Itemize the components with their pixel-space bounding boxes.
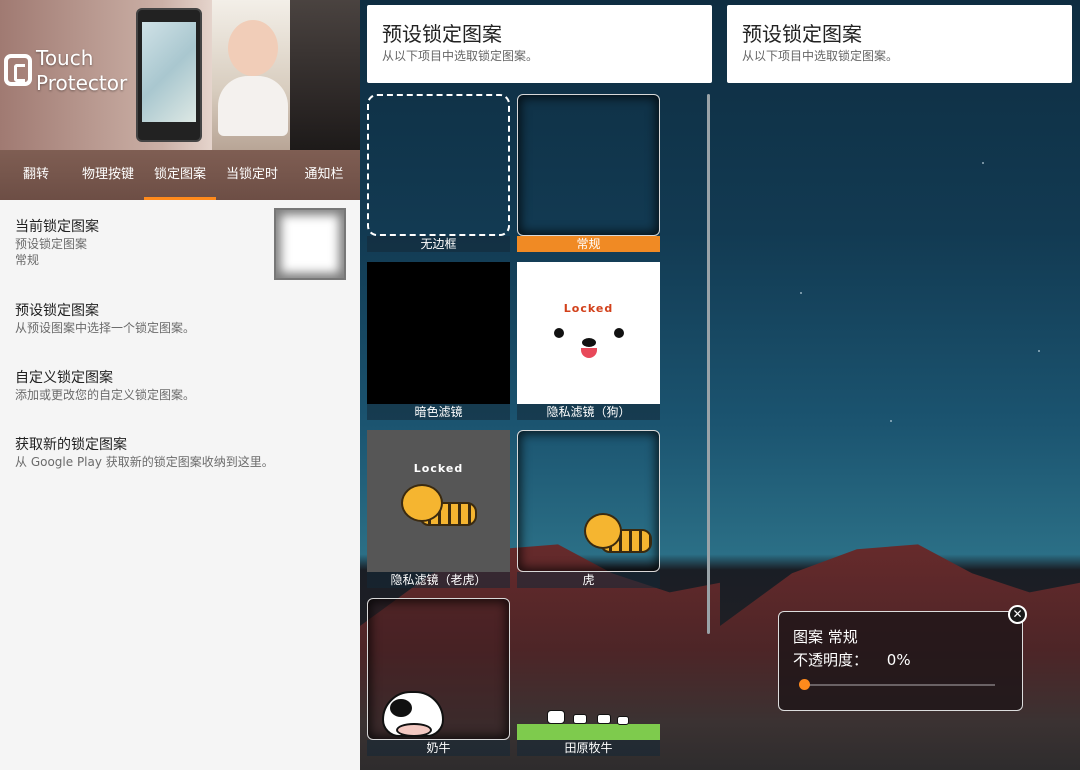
hero-banner: Touch Protector bbox=[0, 0, 360, 150]
tile-list-scrollbar[interactable] bbox=[707, 94, 710, 634]
tile-dark-filter[interactable]: 暗色滤镜 bbox=[367, 262, 510, 420]
tab-when-locked[interactable]: 当锁定时 bbox=[216, 150, 288, 200]
tile-tiger[interactable]: 虎 bbox=[517, 430, 660, 588]
pref-get-new-pattern[interactable]: 获取新的锁定图案 从 Google Play 获取新的锁定图案收纳到这里。 bbox=[15, 436, 345, 470]
tile-pasture-cows[interactable]: 田原牧牛 bbox=[517, 598, 660, 756]
dog-eye-left bbox=[554, 328, 564, 338]
tile-label: 暗色滤镜 bbox=[367, 404, 510, 420]
dog-nose bbox=[582, 338, 596, 347]
pref-custom-pattern[interactable]: 自定义锁定图案 添加或更改您的自定义锁定图案。 bbox=[15, 369, 345, 403]
header-subtitle: 从以下项目中选取锁定图案。 bbox=[382, 49, 539, 63]
hero-tablet-photo bbox=[290, 0, 360, 150]
preset-header: 预设锁定图案 从以下项目中选取锁定图案。 bbox=[367, 5, 712, 83]
app-brand: Touch Protector bbox=[36, 46, 127, 96]
pasture-grass bbox=[517, 724, 660, 740]
pasture-cow-4 bbox=[617, 716, 629, 725]
pref-summary: 从 Google Play 获取新的锁定图案收纳到这里。 bbox=[15, 455, 274, 469]
tab-bar: 翻转 物理按键 锁定图案 当锁定时 通知栏 bbox=[0, 150, 360, 200]
opacity-slider-track[interactable] bbox=[803, 684, 995, 686]
tile-label: 无边框 bbox=[367, 236, 510, 252]
locked-text: Locked bbox=[563, 302, 614, 315]
baby-head-shape bbox=[228, 20, 278, 76]
tile-art bbox=[517, 94, 660, 236]
tile-label: 奶牛 bbox=[367, 740, 510, 756]
phone-map-screen bbox=[142, 22, 196, 122]
tile-privacy-dog[interactable]: Locked 隐私滤镜（狗） bbox=[517, 262, 660, 420]
star bbox=[1038, 350, 1040, 352]
tile-label: 隐私滤镜（老虎） bbox=[367, 572, 510, 588]
dialog-pattern-name: 图案 常规 bbox=[793, 628, 858, 646]
current-pattern-preview bbox=[274, 208, 346, 280]
cow-spot bbox=[390, 699, 412, 717]
brand-line-2: Protector bbox=[36, 71, 128, 95]
locked-text: Locked bbox=[413, 462, 464, 475]
opacity-slider-thumb[interactable] bbox=[799, 679, 810, 690]
tile-privacy-tiger[interactable]: Locked 隐私滤镜（老虎） bbox=[367, 430, 510, 588]
preset-header: 预设锁定图案 从以下项目中选取锁定图案。 bbox=[727, 5, 1072, 83]
pasture-cow-3 bbox=[597, 714, 611, 724]
pref-title: 自定义锁定图案 bbox=[15, 370, 113, 386]
tile-art bbox=[517, 430, 660, 572]
star bbox=[982, 162, 984, 164]
pref-summary: 添加或更改您的自定义锁定图案。 bbox=[15, 388, 196, 402]
pref-title: 获取新的锁定图案 bbox=[15, 437, 127, 453]
brand-line-1: Touch bbox=[36, 46, 94, 70]
header-title: 预设锁定图案 bbox=[382, 22, 502, 46]
cow-muzzle bbox=[396, 723, 432, 737]
baby-body-shape bbox=[218, 76, 288, 136]
tile-art bbox=[367, 262, 510, 404]
header-subtitle: 从以下项目中选取锁定图案。 bbox=[742, 49, 899, 63]
tile-label-selected: 常规 bbox=[517, 236, 660, 252]
star bbox=[890, 420, 892, 422]
pref-title: 预设锁定图案 bbox=[15, 303, 99, 319]
pref-summary: 从预设图案中选择一个锁定图案。 bbox=[15, 321, 196, 335]
tile-label: 隐私滤镜（狗） bbox=[517, 404, 660, 420]
dialog-opacity-row: 不透明度： 0% bbox=[793, 649, 1008, 672]
opacity-label: 不透明度： bbox=[793, 651, 869, 669]
tab-lock-pattern[interactable]: 锁定图案 bbox=[144, 150, 216, 200]
tab-physical-keys[interactable]: 物理按键 bbox=[72, 150, 144, 200]
tile-art bbox=[517, 598, 660, 740]
tiger-face bbox=[584, 513, 622, 549]
tiger-face bbox=[401, 484, 443, 522]
tile-cow[interactable]: 奶牛 bbox=[367, 598, 510, 756]
star bbox=[800, 292, 802, 294]
pref-preset-pattern[interactable]: 预设锁定图案 从预设图案中选择一个锁定图案。 bbox=[15, 302, 345, 336]
tile-art: Locked bbox=[367, 430, 510, 572]
tile-label: 田原牧牛 bbox=[517, 740, 660, 756]
tile-art: Locked bbox=[517, 262, 660, 404]
tile-label: 虎 bbox=[517, 572, 660, 588]
tile-art bbox=[367, 94, 510, 236]
settings-panel: Touch Protector 翻转 物理按键 锁定图案 当锁定时 通知栏 当前… bbox=[0, 0, 360, 770]
tab-flip[interactable]: 翻转 bbox=[0, 150, 72, 200]
dog-eye-right bbox=[614, 328, 624, 338]
tile-art bbox=[367, 598, 510, 740]
tab-notification-bar[interactable]: 通知栏 bbox=[288, 150, 360, 200]
header-title: 预设锁定图案 bbox=[742, 22, 862, 46]
preset-pattern-panel: 预设锁定图案 从以下项目中选取锁定图案。 无边框 常规 暗色滤镜 Locked … bbox=[360, 0, 720, 770]
close-circle-icon[interactable]: ✕ bbox=[1008, 605, 1027, 624]
pasture-cow-2 bbox=[573, 714, 587, 724]
touch-protector-logo-icon bbox=[4, 54, 32, 86]
tile-borderless[interactable]: 无边框 bbox=[367, 94, 510, 252]
opacity-dialog: 图案 常规 不透明度： 0% bbox=[778, 611, 1023, 711]
tile-normal[interactable]: 常规 bbox=[517, 94, 660, 252]
pasture-cow-1 bbox=[547, 710, 565, 724]
phone-image bbox=[136, 8, 202, 142]
dog-tongue bbox=[581, 348, 597, 358]
opacity-value: 0% bbox=[886, 651, 911, 669]
